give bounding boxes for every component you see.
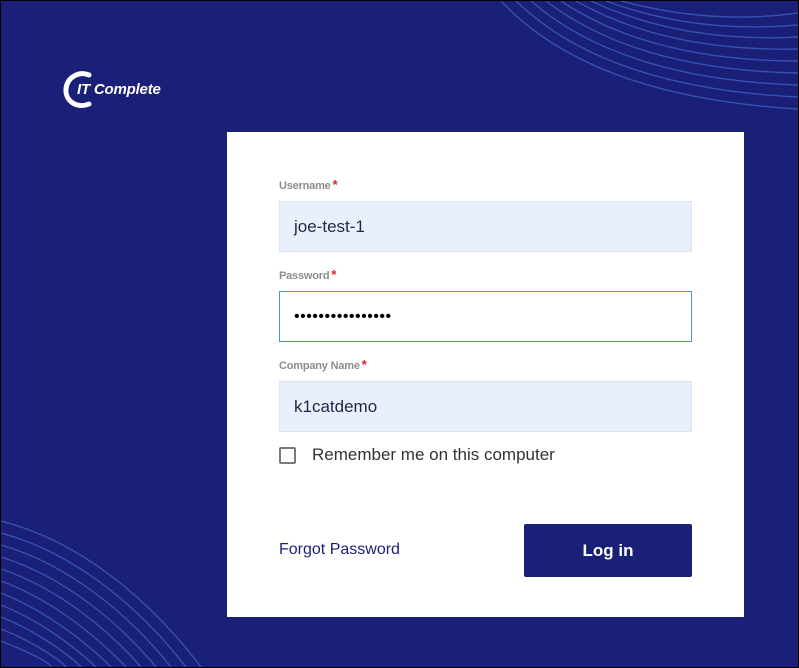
- login-page: IT Complete Username * joe-test-1 Passwor…: [0, 0, 799, 668]
- remember-me[interactable]: Remember me on this computer: [279, 445, 555, 465]
- username-value: joe-test-1: [294, 216, 365, 236]
- username-field-group: Username * joe-test-1: [279, 177, 692, 252]
- forgot-password-link[interactable]: Forgot Password: [279, 541, 400, 559]
- remember-checkbox[interactable]: [279, 446, 296, 464]
- company-field-group: Company Name * k1catdemo: [279, 357, 692, 432]
- username-label: Username *: [279, 177, 338, 192]
- username-input[interactable]: joe-test-1: [279, 201, 692, 252]
- password-input[interactable]: ••••••••••••••••: [279, 291, 692, 342]
- required-marker: *: [361, 357, 367, 372]
- company-input[interactable]: k1catdemo: [279, 381, 692, 432]
- it-complete-logo: IT Complete: [61, 69, 161, 109]
- company-value: k1catdemo: [294, 396, 378, 416]
- company-label: Company Name *: [279, 357, 367, 372]
- password-field-group: Password * ••••••••••••••••: [279, 267, 692, 342]
- password-masked-value: ••••••••••••••••: [294, 307, 392, 325]
- remember-label[interactable]: Remember me on this computer: [312, 445, 555, 465]
- logo-text: IT Complete: [77, 80, 161, 98]
- required-marker: *: [331, 267, 337, 282]
- login-card: Username * joe-test-1 Password * •••••••••…: [227, 132, 744, 617]
- login-button[interactable]: Log in: [524, 524, 692, 577]
- password-label: Password *: [279, 267, 337, 282]
- required-marker: *: [332, 177, 338, 192]
